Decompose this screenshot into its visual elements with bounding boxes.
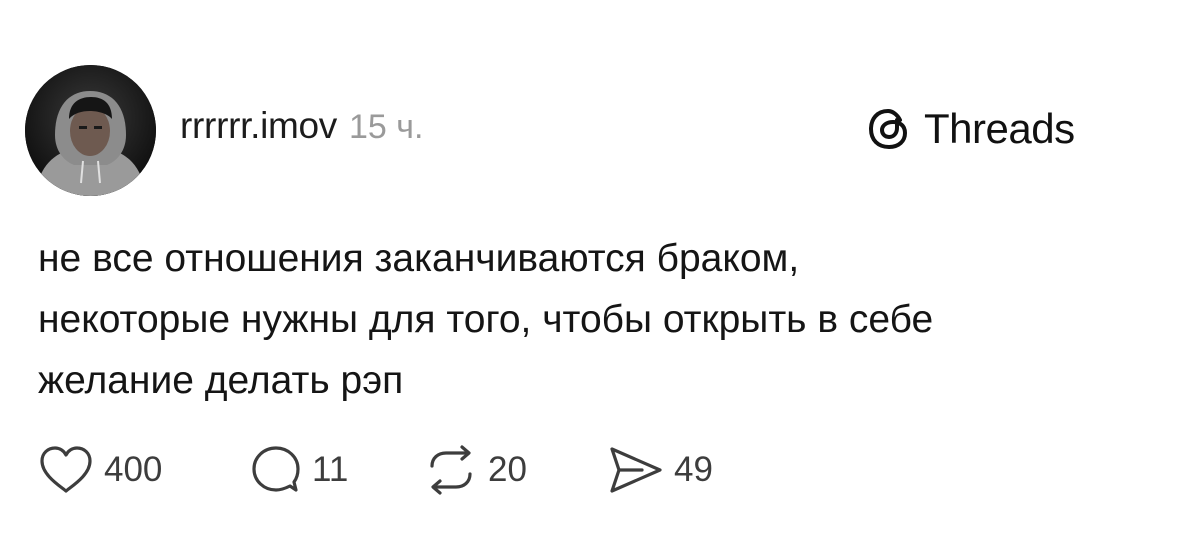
share-button[interactable]: 49: [608, 442, 713, 498]
brand-name: Threads: [924, 105, 1075, 152]
avatar-photo: [25, 65, 156, 196]
action-bar: 400 11 20 49: [38, 442, 1138, 498]
author-username[interactable]: rrrrrr.imov: [180, 105, 337, 147]
send-icon: [610, 447, 662, 493]
share-count: 49: [674, 450, 713, 489]
comment-count: 11: [312, 450, 349, 489]
threads-brand: Threads: [866, 102, 1075, 156]
post-text-line: не все отношения заканчиваются браком,: [38, 237, 800, 280]
threads-logo-icon: [869, 109, 907, 149]
post-body: не все отношения заканчиваются браком, н…: [38, 228, 1158, 411]
post-timestamp: 15 ч.: [349, 108, 424, 146]
post-text-line: желание делать рэп: [38, 359, 404, 402]
like-count: 400: [104, 450, 163, 489]
repost-button[interactable]: 20: [424, 442, 527, 498]
comment-button[interactable]: 11: [250, 442, 348, 498]
like-button[interactable]: 400: [38, 442, 162, 498]
post-text-line: некоторые нужны для того, чтобы открыть …: [38, 298, 934, 341]
repost-count: 20: [488, 450, 527, 489]
repost-icon: [430, 445, 472, 495]
post-header: rrrrrr.imov 15 ч.: [180, 105, 423, 155]
heart-icon: [40, 446, 92, 493]
avatar[interactable]: [25, 65, 156, 196]
comment-icon: [252, 446, 300, 492]
